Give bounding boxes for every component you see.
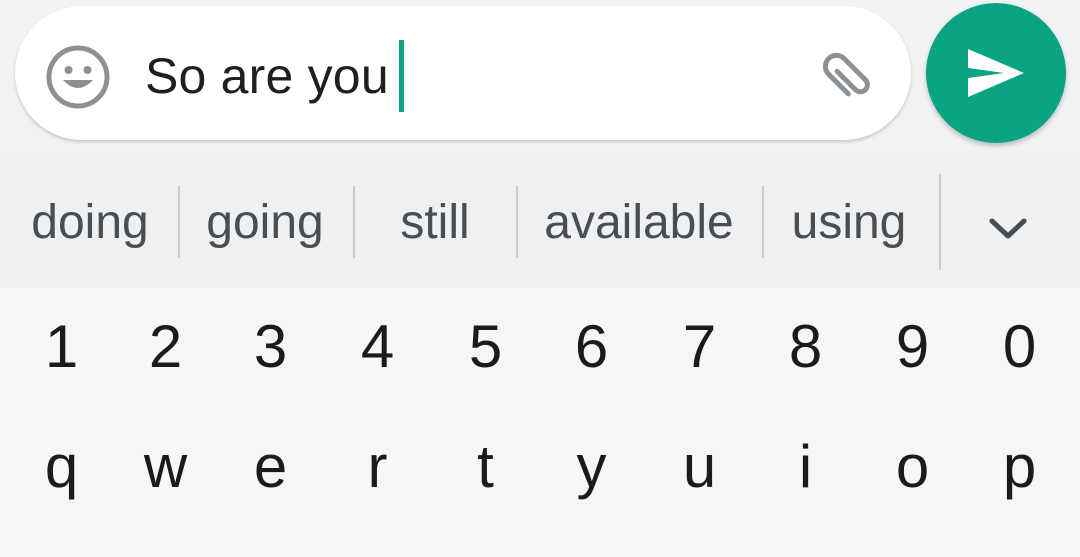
suggestion-item[interactable]: using	[778, 182, 920, 262]
chevron-down-icon[interactable]	[975, 196, 1041, 262]
text-caret	[398, 40, 404, 112]
suggestion-item[interactable]: going	[192, 182, 338, 262]
suggestion-divider	[939, 174, 941, 270]
suggestion-divider	[762, 186, 764, 258]
chat-input-screen: So are you doing going still available u…	[0, 0, 1080, 557]
key-4[interactable]: 4	[324, 296, 431, 396]
key-0[interactable]: 0	[966, 296, 1073, 396]
key-1[interactable]: 1	[8, 296, 115, 396]
key-6[interactable]: 6	[538, 296, 645, 396]
suggestion-divider	[178, 186, 180, 258]
composer-bar: So are you	[0, 0, 1080, 152]
key-9[interactable]: 9	[859, 296, 966, 396]
key-7[interactable]: 7	[646, 296, 753, 396]
suggestion-item[interactable]: still	[370, 182, 500, 262]
suggestion-divider	[516, 186, 518, 258]
send-button[interactable]	[926, 3, 1066, 143]
suggestion-divider	[353, 186, 355, 258]
key-2[interactable]: 2	[112, 296, 219, 396]
suggestion-strip: doing going still available using	[0, 152, 1080, 288]
key-5[interactable]: 5	[432, 296, 539, 396]
key-r[interactable]: r	[324, 416, 431, 516]
key-y[interactable]: y	[538, 416, 645, 516]
smiley-face-icon[interactable]	[45, 44, 111, 110]
key-e[interactable]: e	[217, 416, 324, 516]
soft-keyboard: 1 2 3 4 5 6 7 8 9 0 q w e r t y u i o p	[0, 288, 1080, 557]
key-w[interactable]: w	[112, 416, 219, 516]
key-i[interactable]: i	[752, 416, 859, 516]
message-text: So are you	[145, 48, 389, 104]
key-p[interactable]: p	[966, 416, 1073, 516]
message-text-field[interactable]: So are you	[145, 40, 404, 112]
send-arrow-icon	[968, 49, 1024, 97]
key-u[interactable]: u	[646, 416, 753, 516]
key-8[interactable]: 8	[752, 296, 859, 396]
key-q[interactable]: q	[8, 416, 115, 516]
suggestion-item[interactable]: available	[532, 182, 746, 262]
paperclip-icon[interactable]	[810, 40, 884, 114]
key-t[interactable]: t	[432, 416, 539, 516]
suggestion-item[interactable]: doing	[18, 182, 162, 262]
key-3[interactable]: 3	[217, 296, 324, 396]
key-o[interactable]: o	[859, 416, 966, 516]
